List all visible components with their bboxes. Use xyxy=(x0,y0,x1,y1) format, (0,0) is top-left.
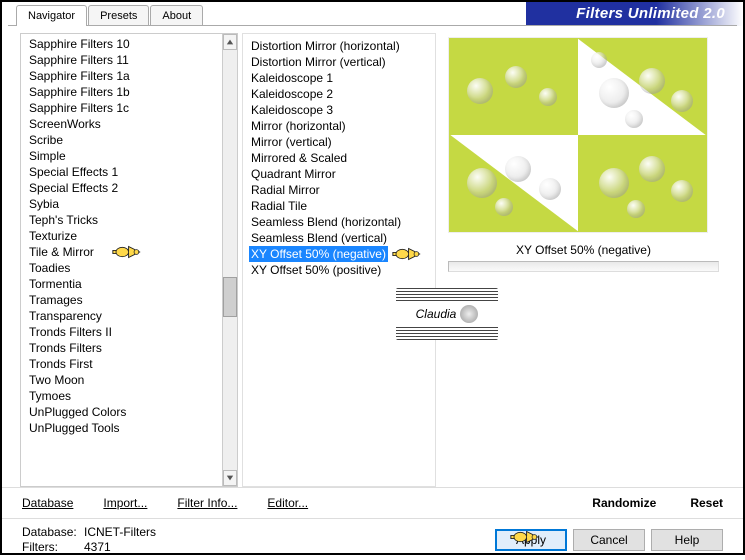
pointer-hand-icon xyxy=(391,243,423,268)
list-item[interactable]: Tymoes xyxy=(27,388,222,404)
help-button[interactable]: Help xyxy=(651,529,723,551)
preview-label: XY Offset 50% (negative) xyxy=(448,233,719,261)
list-item[interactable]: Transparency xyxy=(27,308,222,324)
app-title: Filters Unlimited 2.0 xyxy=(526,2,743,26)
editor-link[interactable]: Editor... xyxy=(267,496,308,510)
list-item[interactable]: Radial Mirror xyxy=(249,182,435,198)
list-item[interactable]: Tronds Filters xyxy=(27,340,222,356)
list-item[interactable]: Kaleidoscope 1 xyxy=(249,70,435,86)
list-item[interactable]: Special Effects 1 xyxy=(27,164,222,180)
list-item[interactable]: Sybia xyxy=(27,196,222,212)
list-item[interactable]: Sapphire Filters 1c xyxy=(27,100,222,116)
list-item[interactable]: Kaleidoscope 2 xyxy=(249,86,435,102)
list-item[interactable]: Sapphire Filters 11 xyxy=(27,52,222,68)
list-item[interactable]: Scribe xyxy=(27,132,222,148)
list-item[interactable]: Distortion Mirror (vertical) xyxy=(249,54,435,70)
import-link[interactable]: Import... xyxy=(103,496,147,510)
list-item[interactable]: UnPlugged Colors xyxy=(27,404,222,420)
list-item[interactable]: Teph's Tricks xyxy=(27,212,222,228)
status-text: Database:ICNET-Filters Filters:4371 xyxy=(22,525,156,554)
cancel-button[interactable]: Cancel xyxy=(573,529,645,551)
list-item[interactable]: Radial Tile xyxy=(249,198,435,214)
list-item[interactable]: Sapphire Filters 1a xyxy=(27,68,222,84)
categories-listbox[interactable]: Sapphire Filters 10Sapphire Filters 11Sa… xyxy=(20,33,222,487)
param-slot xyxy=(448,261,719,272)
filters-listbox[interactable]: Distortion Mirror (horizontal)Distortion… xyxy=(242,33,436,487)
list-item[interactable]: Tile & Mirror xyxy=(27,244,222,260)
list-item[interactable]: Mirrored & Scaled xyxy=(249,150,435,166)
list-item[interactable]: UnPlugged Tools xyxy=(27,420,222,436)
list-item[interactable]: Simple xyxy=(27,148,222,164)
reset-link[interactable]: Reset xyxy=(690,496,723,510)
list-item[interactable]: Mirror (horizontal) xyxy=(249,118,435,134)
list-item[interactable]: Special Effects 2 xyxy=(27,180,222,196)
list-item[interactable]: Mirror (vertical) xyxy=(249,134,435,150)
scroll-up-icon[interactable] xyxy=(223,34,237,50)
list-item[interactable]: Tramages xyxy=(27,292,222,308)
list-item[interactable]: Seamless Blend (horizontal) xyxy=(249,214,435,230)
filterinfo-link[interactable]: Filter Info... xyxy=(177,496,237,510)
list-item[interactable]: Kaleidoscope 3 xyxy=(249,102,435,118)
scrollbar[interactable] xyxy=(222,33,238,487)
pointer-hand-icon xyxy=(111,241,143,266)
list-item[interactable]: Quadrant Mirror xyxy=(249,166,435,182)
tab-navigator[interactable]: Navigator xyxy=(16,5,87,26)
list-item[interactable]: Tronds First xyxy=(27,356,222,372)
list-item[interactable]: Sapphire Filters 10 xyxy=(27,36,222,52)
tabbar: Navigator Presets About xyxy=(2,2,204,26)
list-item[interactable]: XY Offset 50% (negative) xyxy=(249,246,388,262)
scroll-down-icon[interactable] xyxy=(223,470,237,486)
scroll-thumb[interactable] xyxy=(223,277,237,317)
tab-presets[interactable]: Presets xyxy=(88,5,149,26)
list-item[interactable]: Two Moon xyxy=(27,372,222,388)
list-item[interactable]: Distortion Mirror (horizontal) xyxy=(249,38,435,54)
tab-about[interactable]: About xyxy=(150,5,203,26)
list-item[interactable]: Tormentia xyxy=(27,276,222,292)
preview-image xyxy=(448,37,708,233)
pointer-hand-icon xyxy=(509,526,541,551)
randomize-link[interactable]: Randomize xyxy=(592,496,656,510)
list-item[interactable]: Sapphire Filters 1b xyxy=(27,84,222,100)
database-link[interactable]: Database xyxy=(22,496,73,510)
list-item[interactable]: Tronds Filters II xyxy=(27,324,222,340)
list-item[interactable]: ScreenWorks xyxy=(27,116,222,132)
